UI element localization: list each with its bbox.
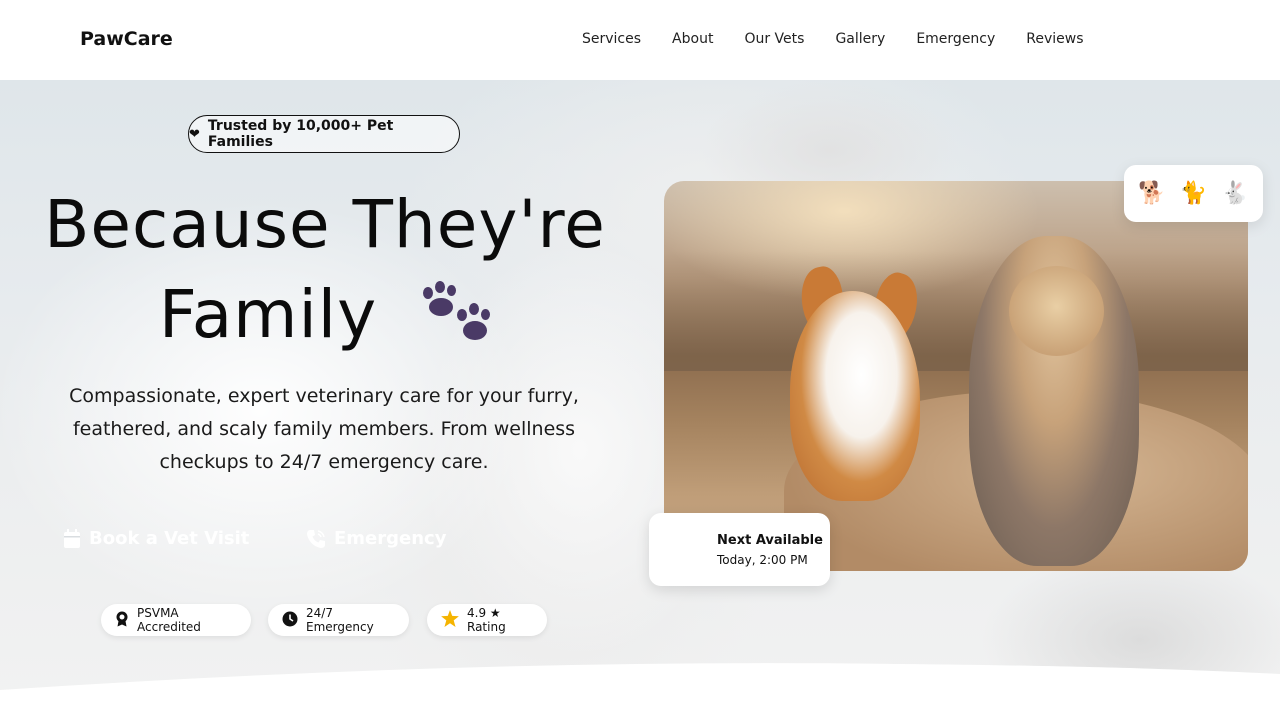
nav-reviews[interactable]: Reviews xyxy=(1026,31,1083,47)
rabbit-icon: 🐇 xyxy=(1221,180,1249,206)
calendar-icon xyxy=(63,528,81,549)
top-navbar: PawCare Services About Our Vets Gallery … xyxy=(0,0,1280,80)
trust-badge-text: Trusted by 10,000+ Pet Families xyxy=(207,118,394,150)
section-wave-divider xyxy=(0,663,1280,720)
hero-section: ❤ Trusted by 10,000+ Pet Families Becaus… xyxy=(0,80,1280,720)
trust-badge: ❤ Trusted by 10,000+ Pet Families xyxy=(188,115,460,153)
pet-types-card: 🐕 🐈 🐇 xyxy=(1124,165,1263,222)
hero-headline: Because They're Family xyxy=(40,180,610,360)
hero-subtitle: Compassionate, expert veterinary care fo… xyxy=(69,385,579,473)
phone-icon xyxy=(306,529,326,549)
nav-links: Services About Our Vets Gallery Emergenc… xyxy=(582,31,1115,47)
rating-label: 4.9 ★ Rating xyxy=(467,606,506,634)
heart-icon: ❤ xyxy=(189,126,200,142)
nav-about[interactable]: About xyxy=(672,31,713,47)
cat-icon: 🐈 xyxy=(1179,180,1208,206)
headline-line-1: Because They're xyxy=(44,186,606,263)
book-vet-visit-button[interactable]: Book a Vet Visit xyxy=(63,528,249,549)
emergency-label: Emergency xyxy=(334,528,447,549)
nav-gallery[interactable]: Gallery xyxy=(835,31,885,47)
emergency-hours-pill: 24/7 Emergency xyxy=(268,604,409,636)
accreditation-label: PSVMA Accredited xyxy=(137,606,201,634)
clock-icon xyxy=(282,611,298,630)
book-vet-visit-label: Book a Vet Visit xyxy=(89,528,250,549)
emergency-button[interactable]: Emergency xyxy=(306,528,446,549)
rating-pill: 4.9 ★ Rating xyxy=(427,604,547,636)
award-icon xyxy=(115,611,129,630)
logo[interactable]: PawCare xyxy=(80,28,173,50)
next-available-card: Next Available Today, 2:00 PM xyxy=(649,513,830,586)
nav-emergency[interactable]: Emergency xyxy=(916,31,995,47)
dog-icon: 🐕 xyxy=(1138,180,1166,206)
emergency-hours-label: 24/7 Emergency xyxy=(306,606,374,634)
star-icon xyxy=(441,610,459,630)
nav-services[interactable]: Services xyxy=(582,31,641,47)
next-available-title: Next Available xyxy=(717,533,823,548)
headline-line-2: Family xyxy=(158,276,378,353)
paw-prints-icon xyxy=(421,280,491,345)
nav-our-vets[interactable]: Our Vets xyxy=(744,31,804,47)
accreditation-pill: PSVMA Accredited xyxy=(101,604,251,636)
next-available-time: Today, 2:00 PM xyxy=(717,553,808,567)
